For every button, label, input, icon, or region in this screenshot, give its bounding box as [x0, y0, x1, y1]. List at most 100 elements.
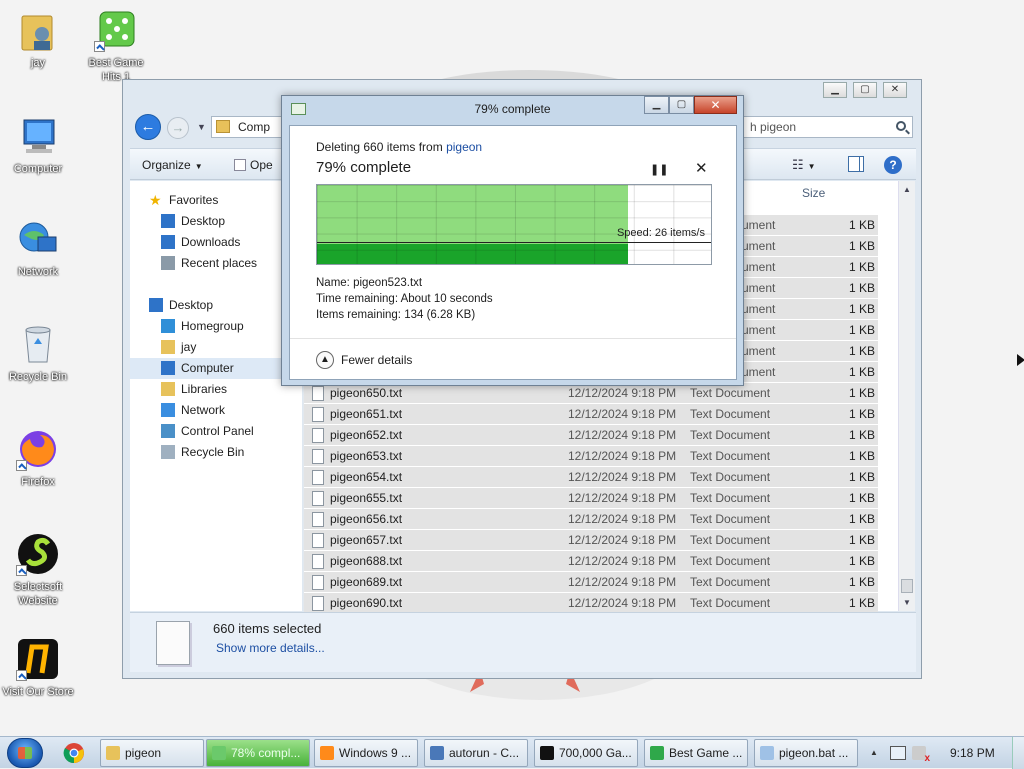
- volume-muted-icon[interactable]: [912, 746, 930, 764]
- dialog-close-button[interactable]: ✕: [694, 96, 737, 114]
- show-desktop-button[interactable]: [1012, 737, 1024, 769]
- show-hidden-icons-icon[interactable]: ▲: [870, 748, 878, 757]
- cell-date: 12/12/2024 9:18 PM: [568, 533, 677, 547]
- autorun-icon: [430, 746, 444, 760]
- scroll-up-arrow-icon[interactable]: ▲: [903, 185, 911, 194]
- desktop-icon-firefox[interactable]: Firefox: [0, 425, 76, 489]
- table-row[interactable]: pigeon651.txt 12/12/2024 9:18 PM Text Docu…: [304, 404, 878, 425]
- nav-item-label: jay: [181, 340, 197, 354]
- show-more-details-link[interactable]: Show more details...: [216, 641, 325, 655]
- scroll-thumb[interactable]: [901, 579, 913, 593]
- dialog-minimize-button[interactable]: ▁: [644, 96, 669, 114]
- computer-icon: [161, 361, 175, 375]
- cell-type: ument: [742, 365, 776, 379]
- taskbar-button-6[interactable]: Best Game ...: [644, 739, 748, 767]
- cell-date: 12/12/2024 9:18 PM: [568, 386, 677, 400]
- desktop-icon-label: Recycle Bin: [8, 371, 68, 383]
- column-size[interactable]: Size: [802, 186, 825, 200]
- taskbar-button-7[interactable]: pigeon.bat ...: [754, 739, 858, 767]
- desktop-icon-jay[interactable]: jay: [0, 6, 76, 70]
- taskbar-button-2[interactable]: 78% compl...: [206, 739, 310, 767]
- network-icon: [161, 403, 175, 417]
- desktop-icon-computer[interactable]: Computer: [0, 112, 76, 176]
- start-button[interactable]: [7, 738, 43, 768]
- nav-item-favorites[interactable]: ★ Favorites: [130, 190, 302, 211]
- desktop-icon: [161, 214, 175, 228]
- nav-item-control-panel[interactable]: Control Panel: [130, 421, 302, 442]
- maximize-button[interactable]: ▢: [853, 82, 877, 98]
- details-pane: 660 items selected Show more details...: [130, 612, 916, 672]
- table-row[interactable]: pigeon656.txt 12/12/2024 9:18 PM Text Docu…: [304, 509, 878, 530]
- pause-button[interactable]: ❚❚: [650, 163, 668, 176]
- open-button[interactable]: Ope: [234, 158, 273, 172]
- desktop-icon-best-game-hits-1[interactable]: Best Game Hits 1: [78, 6, 154, 84]
- text-file-icon: [312, 575, 324, 590]
- nav-item-label: Downloads: [181, 235, 241, 249]
- chrome-icon[interactable]: [62, 741, 86, 765]
- taskbar-button-1[interactable]: pigeon: [100, 739, 204, 767]
- nav-item-computer[interactable]: Computer: [130, 358, 302, 379]
- close-button[interactable]: ✕: [883, 82, 907, 98]
- cell-size: 1 KB: [849, 365, 876, 379]
- preview-pane-icon[interactable]: [848, 156, 864, 172]
- view-options-button[interactable]: ☷ ▼: [792, 157, 822, 173]
- desktop-icon-visit-our-store[interactable]: Visit Our Store: [0, 635, 76, 699]
- desktop-icon-recycle-bin[interactable]: Recycle Bin: [0, 320, 76, 384]
- address-crumb[interactable]: Comp: [238, 120, 270, 134]
- nav-item-homegroup[interactable]: Homegroup: [130, 316, 302, 337]
- nav-item-recent-places[interactable]: Recent places: [130, 253, 302, 274]
- cell-type: Text Document: [690, 407, 771, 421]
- desktop-icon-selectsoft-website[interactable]: Selectsoft Website: [0, 530, 76, 608]
- cancel-button[interactable]: ✕: [695, 159, 708, 177]
- table-row[interactable]: pigeon653.txt 12/12/2024 9:18 PM Text Docu…: [304, 446, 878, 467]
- cell-date: 12/12/2024 9:18 PM: [568, 449, 677, 463]
- dialog-maximize-button[interactable]: ▢: [669, 96, 694, 114]
- nav-item-desktop[interactable]: Desktop: [130, 295, 302, 316]
- desktop-icon-label: Selectsoft Website: [13, 581, 63, 607]
- table-row[interactable]: pigeon654.txt 12/12/2024 9:18 PM Text Docu…: [304, 467, 878, 488]
- table-row[interactable]: pigeon690.txt 12/12/2024 9:18 PM Text Docu…: [304, 593, 878, 614]
- progress-graph: Speed: 26 items/s: [316, 184, 712, 265]
- best-game-icon: [650, 746, 664, 760]
- recycle-bin-icon: [161, 445, 175, 459]
- search-icon[interactable]: [896, 121, 906, 131]
- forward-button[interactable]: →: [167, 117, 189, 139]
- table-row[interactable]: pigeon652.txt 12/12/2024 9:18 PM Text Docu…: [304, 425, 878, 446]
- source-folder-link[interactable]: pigeon: [446, 140, 482, 154]
- table-row[interactable]: pigeon655.txt 12/12/2024 9:18 PM Text Docu…: [304, 488, 878, 509]
- cell-size: 1 KB: [849, 344, 876, 358]
- network-status-icon[interactable]: [890, 746, 906, 760]
- cell-type: Text Document: [690, 533, 771, 547]
- clock[interactable]: 9:18 PM: [950, 746, 995, 760]
- cell-name: pigeon689.txt: [330, 575, 403, 589]
- nav-item-network[interactable]: Network: [130, 400, 302, 421]
- nav-item-jay[interactable]: jay: [130, 337, 302, 358]
- nav-item-downloads[interactable]: Downloads: [130, 232, 302, 253]
- help-icon[interactable]: ?: [884, 156, 902, 174]
- table-row[interactable]: pigeon688.txt 12/12/2024 9:18 PM Text Docu…: [304, 551, 878, 572]
- nav-item-libraries[interactable]: Libraries: [130, 379, 302, 400]
- vertical-scrollbar[interactable]: ▲ ▼: [898, 181, 915, 611]
- fewer-details-button[interactable]: Fewer details: [341, 353, 412, 367]
- minimize-button[interactable]: ▁: [823, 82, 847, 98]
- taskbar-button-4[interactable]: autorun - C...: [424, 739, 528, 767]
- search-placeholder: h pigeon: [750, 120, 797, 134]
- nav-item-desktop[interactable]: Desktop: [130, 211, 302, 232]
- table-row[interactable]: pigeon657.txt 12/12/2024 9:18 PM Text Docu…: [304, 530, 878, 551]
- recent-pages-chevron-down-icon[interactable]: ▼: [197, 122, 206, 132]
- nav-item-recycle-bin[interactable]: Recycle Bin: [130, 442, 302, 463]
- taskbar-button-label: Best Game ...: [669, 746, 743, 760]
- back-button[interactable]: ←: [135, 114, 161, 140]
- table-row[interactable]: pigeon689.txt 12/12/2024 9:18 PM Text Docu…: [304, 572, 878, 593]
- search-input[interactable]: h pigeon: [735, 116, 913, 138]
- taskbar-button-3[interactable]: Windows 9 ...: [314, 739, 418, 767]
- scroll-down-arrow-icon[interactable]: ▼: [903, 598, 911, 607]
- organize-button[interactable]: Organize ▼: [142, 158, 203, 172]
- taskbar-button-5[interactable]: 700,000 Ga...: [534, 739, 638, 767]
- collapse-chevron-up-icon[interactable]: ▲: [316, 351, 334, 369]
- user-folder-icon: [14, 6, 62, 54]
- desktop-icon-network[interactable]: Network: [0, 215, 76, 279]
- percent-complete: 79% complete: [316, 159, 412, 176]
- graph-grid: [317, 185, 711, 264]
- table-row[interactable]: pigeon650.txt 12/12/2024 9:18 PM Text Docu…: [304, 383, 878, 404]
